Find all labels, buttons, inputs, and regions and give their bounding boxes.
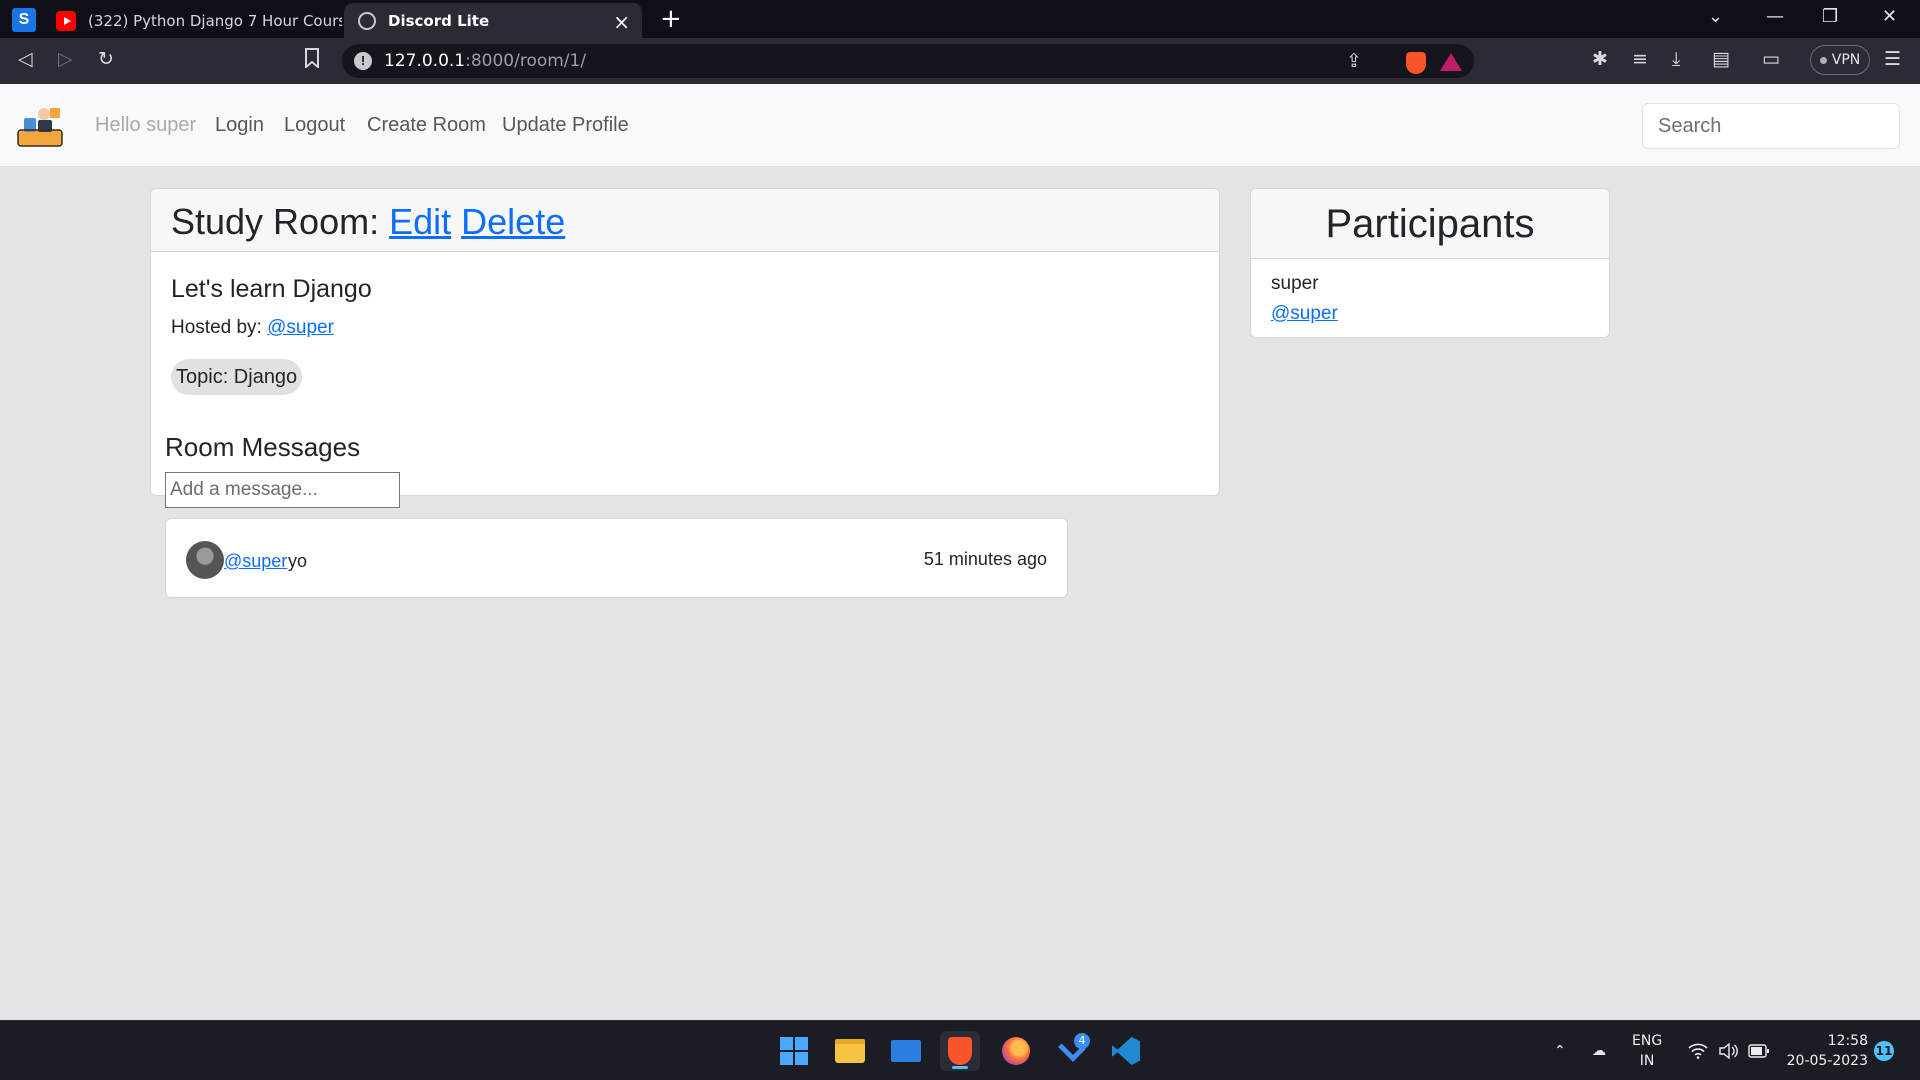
language-code: ENG — [1632, 1033, 1663, 1049]
participant-name: super — [1271, 273, 1319, 294]
file-explorer-button[interactable] — [830, 1031, 870, 1071]
tab-search-icon[interactable]: ⌄ — [1708, 6, 1723, 27]
clock-time: 12:58 — [1827, 1033, 1868, 1049]
tab-discord-lite[interactable]: Discord Lite × — [344, 3, 642, 38]
mail-icon — [891, 1040, 921, 1062]
participants-card: Participants super @super — [1250, 188, 1610, 338]
extensions-icon[interactable]: ✱ — [1592, 48, 1608, 70]
forward-icon[interactable]: ▷ — [58, 48, 73, 70]
search-input[interactable] — [1642, 103, 1900, 149]
taskbar: 4 ⌃ ☁ ENG IN 12:58 20-05-2023 11 — [0, 1020, 1920, 1080]
notification-badge[interactable]: 11 — [1874, 1041, 1894, 1061]
volume-icon[interactable] — [1718, 1021, 1738, 1080]
youtube-icon — [56, 10, 76, 31]
url-path: :8000/room/1/ — [465, 51, 587, 71]
room-name: Let's learn Django — [171, 275, 372, 303]
address-bar[interactable]: ! 127.0.0.1:8000/room/1/ ⇪ — [342, 44, 1474, 78]
language-indicator[interactable]: ENG IN — [1632, 1031, 1662, 1071]
message-author-link[interactable]: @super — [224, 551, 287, 572]
onedrive-icon[interactable]: ☁ — [1592, 1021, 1606, 1080]
vscode-icon — [1112, 1037, 1140, 1065]
hosted-by-label: Hosted by: — [171, 317, 268, 338]
menu-icon[interactable]: ☰ — [1884, 48, 1901, 70]
tab-title: (322) Python Django 7 Hour Course - Y — [88, 11, 342, 30]
minimize-button[interactable]: — — [1766, 6, 1784, 27]
browser-tab-strip: S (322) Python Django 7 Hour Course - Y … — [0, 0, 1920, 38]
todo-button[interactable]: 4 — [1052, 1031, 1092, 1071]
download-icon[interactable]: ⤓ — [1672, 48, 1680, 70]
topic-badge: Topic: Django — [171, 359, 303, 395]
greeting-text: Hello super — [95, 114, 197, 136]
nav-login-link[interactable]: Login — [215, 114, 264, 137]
host-link[interactable]: @super — [267, 317, 334, 338]
close-tab-icon[interactable]: × — [613, 10, 630, 34]
web-page: Hello super Login Logout Create Room Upd… — [0, 84, 1920, 1020]
participants-title: Participants — [1251, 189, 1609, 259]
firefox-button[interactable] — [996, 1031, 1036, 1071]
vpn-button[interactable]: VPN — [1810, 45, 1870, 75]
edit-room-link[interactable]: Edit — [389, 201, 451, 242]
region-code: IN — [1639, 1053, 1655, 1069]
restore-button[interactable]: ❐ — [1822, 6, 1838, 27]
globe-icon — [358, 11, 376, 30]
delete-room-link[interactable]: Delete — [461, 201, 565, 242]
url-host: 127.0.0.1 — [384, 51, 466, 71]
site-info-icon[interactable]: ! — [354, 52, 372, 70]
brave-browser-button[interactable] — [940, 1031, 980, 1071]
folder-icon — [835, 1039, 865, 1063]
brave-rewards-icon[interactable] — [1440, 53, 1462, 71]
hosted-by: Hosted by: @super — [171, 317, 334, 339]
reload-icon[interactable]: ↻ — [98, 48, 114, 70]
active-indicator — [952, 1066, 968, 1069]
start-button[interactable] — [774, 1031, 814, 1071]
brave-shields-icon[interactable] — [1406, 52, 1426, 74]
close-window-button[interactable]: ✕ — [1882, 6, 1897, 27]
vpn-label: VPN — [1831, 52, 1861, 68]
message-timestamp: 51 minutes ago — [923, 549, 1047, 569]
sidebar-toggle-icon[interactable]: ▤ — [1712, 48, 1730, 70]
navbar: Hello super Login Logout Create Room Upd… — [0, 84, 1920, 166]
back-icon[interactable]: ◁ — [18, 48, 33, 70]
clock-date: 20-05-2023 — [1786, 1053, 1868, 1069]
tab-youtube[interactable]: (322) Python Django 7 Hour Course - Y — [42, 3, 342, 38]
tab-title: Discord Lite — [388, 11, 490, 30]
nav-logout-link[interactable]: Logout — [284, 114, 345, 137]
windows-icon — [780, 1037, 808, 1065]
vscode-button[interactable] — [1106, 1031, 1146, 1071]
brave-icon — [948, 1037, 972, 1065]
avatar[interactable] — [186, 541, 224, 579]
site-logo-icon[interactable] — [16, 104, 64, 148]
wifi-icon[interactable] — [1688, 1021, 1708, 1080]
room-header-label: Study Room: — [171, 201, 390, 242]
mail-button[interactable] — [886, 1031, 926, 1071]
message-input[interactable] — [165, 472, 400, 508]
bookmark-icon[interactable] — [304, 48, 320, 73]
browser-toolbar: ◁ ▷ ↻ ! 127.0.0.1:8000/room/1/ ⇪ ✱ ≡ ⤓ ▤… — [0, 38, 1920, 84]
url-text: 127.0.0.1:8000/room/1/ — [384, 51, 586, 71]
message-body: yo — [288, 551, 308, 571]
sidebar-app-icon[interactable]: S — [12, 8, 36, 32]
nav-update-profile-link[interactable]: Update Profile — [502, 114, 629, 137]
nav-create-room-link[interactable]: Create Room — [367, 114, 486, 137]
participant-link[interactable]: @super — [1271, 303, 1338, 325]
firefox-icon — [1002, 1037, 1030, 1065]
vpn-status-icon — [1819, 56, 1827, 64]
new-tab-button[interactable]: + — [660, 4, 682, 34]
clock[interactable]: 12:58 20-05-2023 — [1782, 1031, 1868, 1071]
room-messages-heading: Room Messages — [165, 432, 361, 462]
share-icon[interactable]: ⇪ — [1346, 50, 1362, 72]
playlist-icon[interactable]: ≡ — [1632, 48, 1648, 70]
battery-icon[interactable] — [1748, 1021, 1770, 1080]
message-item: @super yo 51 minutes ago — [165, 518, 1068, 598]
wallet-icon[interactable]: ▭ — [1762, 48, 1780, 70]
show-hidden-icons-icon[interactable]: ⌃ — [1554, 1021, 1566, 1080]
room-card-header: Study Room: Edit Delete — [151, 189, 1219, 252]
todo-badge: 4 — [1074, 1033, 1090, 1049]
